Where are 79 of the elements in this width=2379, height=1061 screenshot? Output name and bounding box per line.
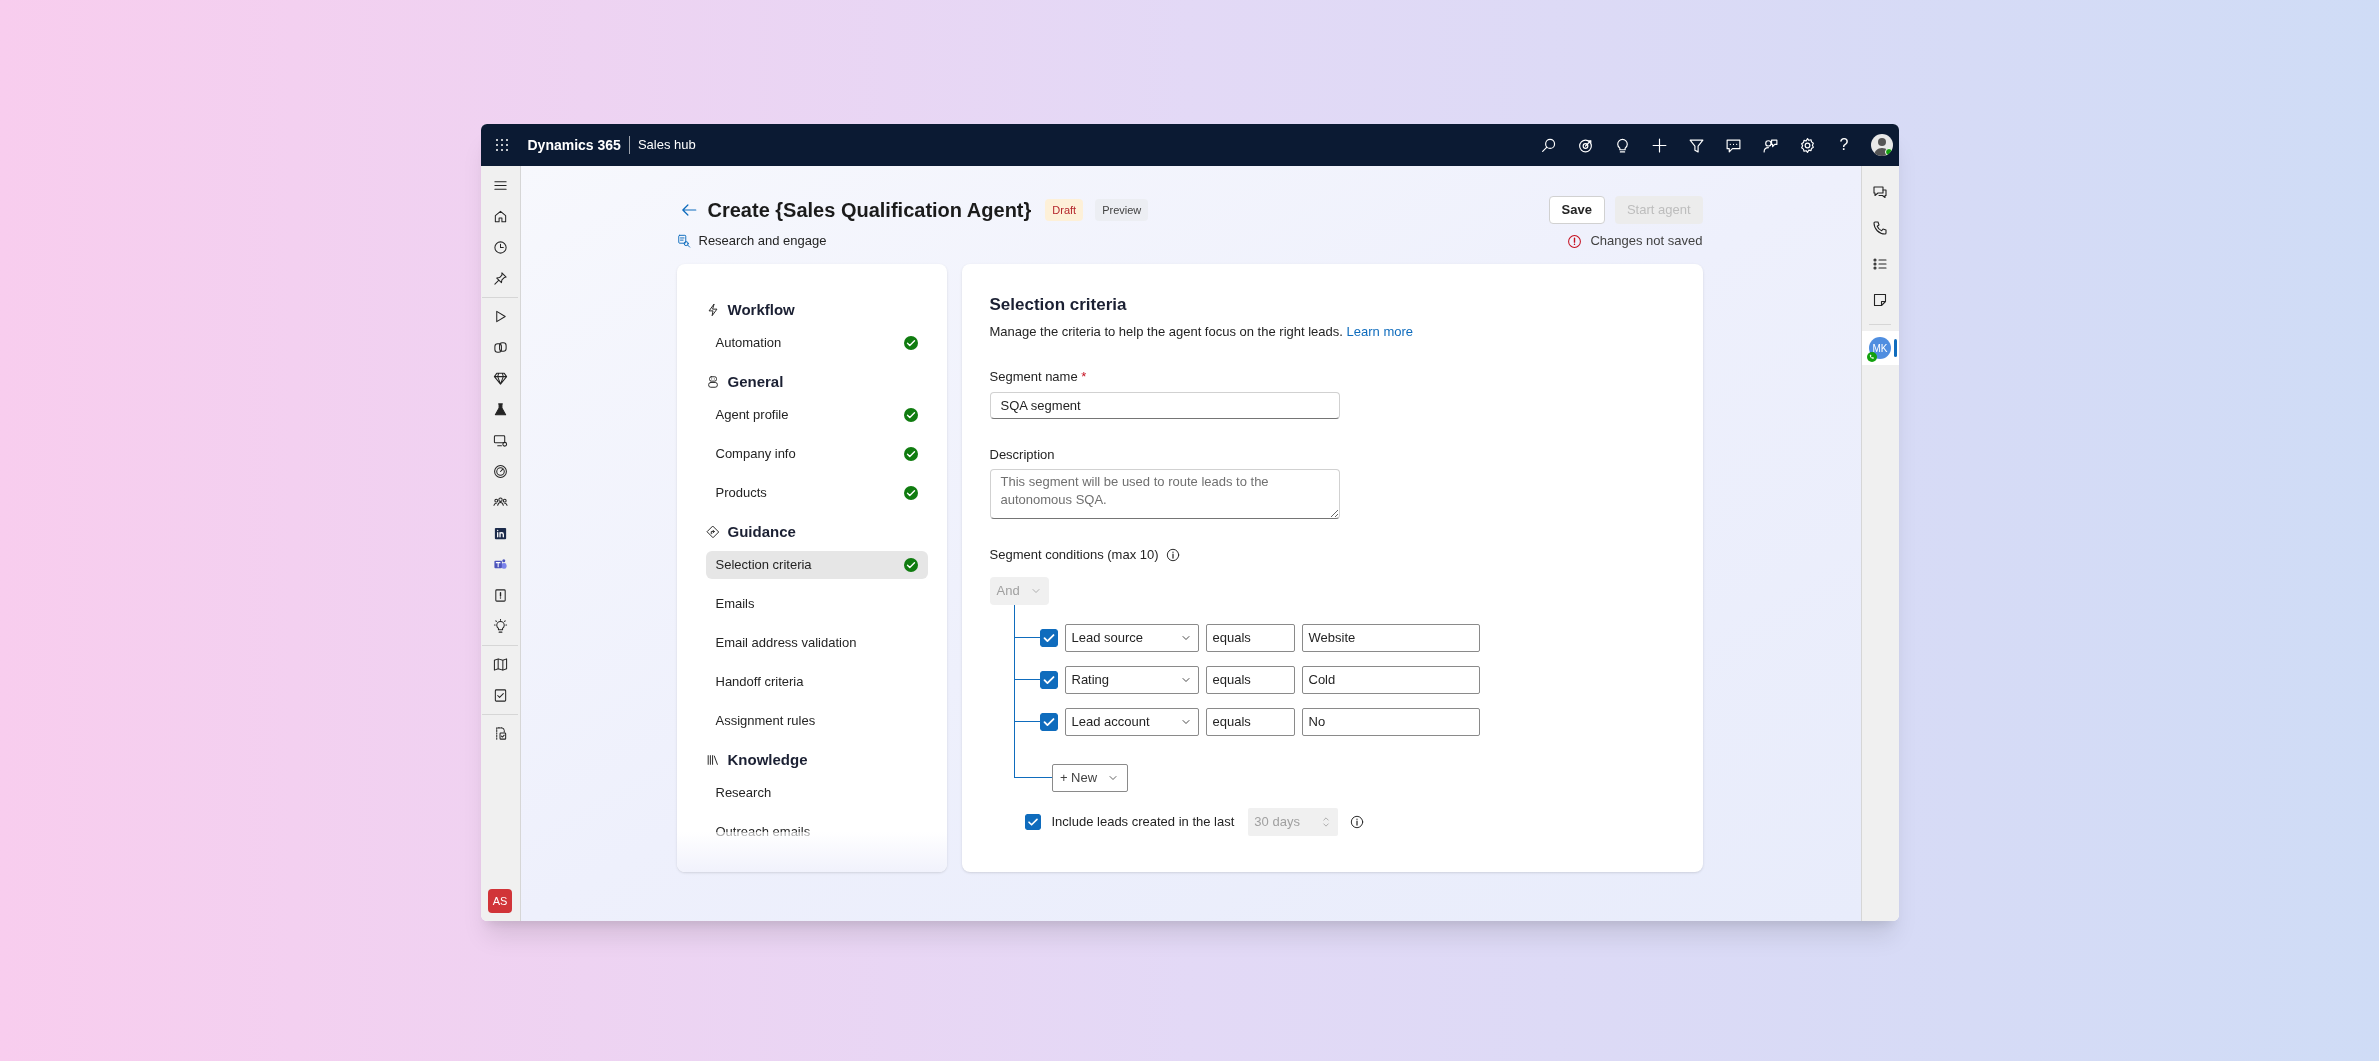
info-icon[interactable] bbox=[1165, 547, 1180, 562]
nav-item[interactable]: Selection criteria bbox=[705, 551, 928, 579]
field-label: Segment conditions (max 10) bbox=[989, 546, 1159, 564]
draft-badge: Draft bbox=[1045, 198, 1084, 222]
new-condition-button[interactable]: + New bbox=[1051, 763, 1128, 792]
settings-icon[interactable] bbox=[1798, 136, 1816, 154]
checkbox-label: Include leads created in the last bbox=[1051, 812, 1235, 831]
operator-field[interactable]: equals bbox=[1205, 665, 1295, 694]
save-button[interactable]: Save bbox=[1548, 196, 1605, 224]
monitor-gear-icon[interactable] bbox=[492, 433, 508, 448]
nav-item[interactable]: Automation bbox=[705, 329, 928, 357]
phone-icon[interactable] bbox=[1872, 220, 1888, 236]
loop-icon[interactable] bbox=[492, 340, 508, 355]
section-heading: General bbox=[727, 371, 784, 392]
field-dropdown[interactable]: Lead source bbox=[1064, 623, 1199, 652]
section-heading: Knowledge bbox=[727, 749, 808, 770]
section-title: Selection criteria bbox=[989, 294, 1128, 316]
nav-item[interactable]: Products bbox=[705, 479, 928, 507]
page-subtitle: Research and engage bbox=[698, 232, 827, 251]
clock-icon[interactable] bbox=[492, 240, 508, 255]
flask-icon[interactable] bbox=[492, 402, 508, 417]
user-initials[interactable]: AS bbox=[488, 889, 512, 913]
operator-field[interactable]: equals bbox=[1205, 623, 1295, 652]
list-icon[interactable] bbox=[1872, 256, 1888, 272]
research-icon bbox=[676, 234, 691, 248]
map-icon[interactable] bbox=[492, 657, 508, 672]
save-status: Changes not saved bbox=[1590, 232, 1703, 251]
menu-icon[interactable] bbox=[492, 178, 508, 193]
books-icon bbox=[705, 753, 720, 767]
plus-icon[interactable] bbox=[1650, 136, 1668, 154]
home-icon[interactable] bbox=[492, 209, 508, 224]
nav-item[interactable]: Emails bbox=[705, 590, 928, 618]
people-badge-icon[interactable] bbox=[492, 557, 508, 572]
app-launcher-icon[interactable] bbox=[493, 137, 510, 153]
help-button[interactable]: ? bbox=[1835, 133, 1853, 157]
search-icon[interactable] bbox=[1539, 136, 1557, 154]
lightbulb-icon[interactable] bbox=[492, 619, 508, 634]
field-label: Description bbox=[989, 445, 1056, 464]
value-field[interactable]: No bbox=[1301, 707, 1480, 736]
robot-icon bbox=[705, 375, 720, 389]
segment-name-field[interactable]: SQA segment bbox=[989, 391, 1340, 419]
nav-item[interactable]: Research bbox=[705, 779, 928, 807]
diamond-icon[interactable] bbox=[492, 371, 508, 386]
nav-item[interactable]: Email address validation bbox=[705, 629, 928, 657]
checklist-icon[interactable] bbox=[492, 688, 508, 703]
field-label: Segment name * bbox=[989, 368, 1088, 386]
nav-item[interactable]: Company info bbox=[705, 440, 928, 468]
description-field[interactable]: This segment will be used to route leads to the autonomous SQA. bbox=[989, 469, 1340, 519]
value-field[interactable]: Cold bbox=[1301, 665, 1480, 694]
nav-item[interactable]: Assignment rules bbox=[705, 707, 928, 735]
field-dropdown[interactable]: Rating bbox=[1064, 665, 1199, 694]
section-heading: Workflow bbox=[727, 299, 795, 320]
warning-icon bbox=[1567, 233, 1583, 249]
chat-icon[interactable] bbox=[1872, 184, 1888, 200]
app-name[interactable]: Dynamics 365 bbox=[527, 134, 629, 156]
user-avatar[interactable] bbox=[1870, 134, 1893, 156]
checkbox[interactable] bbox=[1039, 628, 1058, 647]
nav-item[interactable]: Handoff criteria bbox=[705, 668, 928, 696]
note-icon[interactable] bbox=[1872, 292, 1888, 308]
compass-tag-icon bbox=[705, 525, 720, 539]
checkbox[interactable] bbox=[1039, 670, 1058, 689]
section-description: Manage the criteria to help the agent focus on the right leads. Learn more bbox=[989, 322, 1414, 341]
nav-item[interactable]: Agent profile bbox=[705, 401, 928, 429]
area-name: Sales hub bbox=[636, 136, 696, 155]
preview-badge: Preview bbox=[1095, 198, 1149, 222]
info-icon[interactable] bbox=[1350, 814, 1365, 829]
gauge-icon[interactable] bbox=[492, 464, 508, 479]
notebook-icon[interactable] bbox=[492, 588, 508, 603]
checkbox[interactable] bbox=[1039, 712, 1058, 731]
section-heading: Guidance bbox=[727, 521, 796, 542]
operator-field[interactable]: equals bbox=[1205, 707, 1295, 736]
phone-badge-icon bbox=[1866, 352, 1877, 362]
field-dropdown[interactable]: Lead account bbox=[1064, 707, 1199, 736]
page-title: Create {Sales Qualification Agent} bbox=[707, 198, 1032, 223]
back-arrow-icon[interactable] bbox=[679, 201, 698, 219]
pin-icon[interactable] bbox=[492, 271, 508, 286]
value-field[interactable]: Website bbox=[1301, 623, 1480, 652]
learn-more-link[interactable]: Learn more bbox=[1346, 323, 1413, 339]
square-badge-icon[interactable] bbox=[492, 526, 508, 541]
